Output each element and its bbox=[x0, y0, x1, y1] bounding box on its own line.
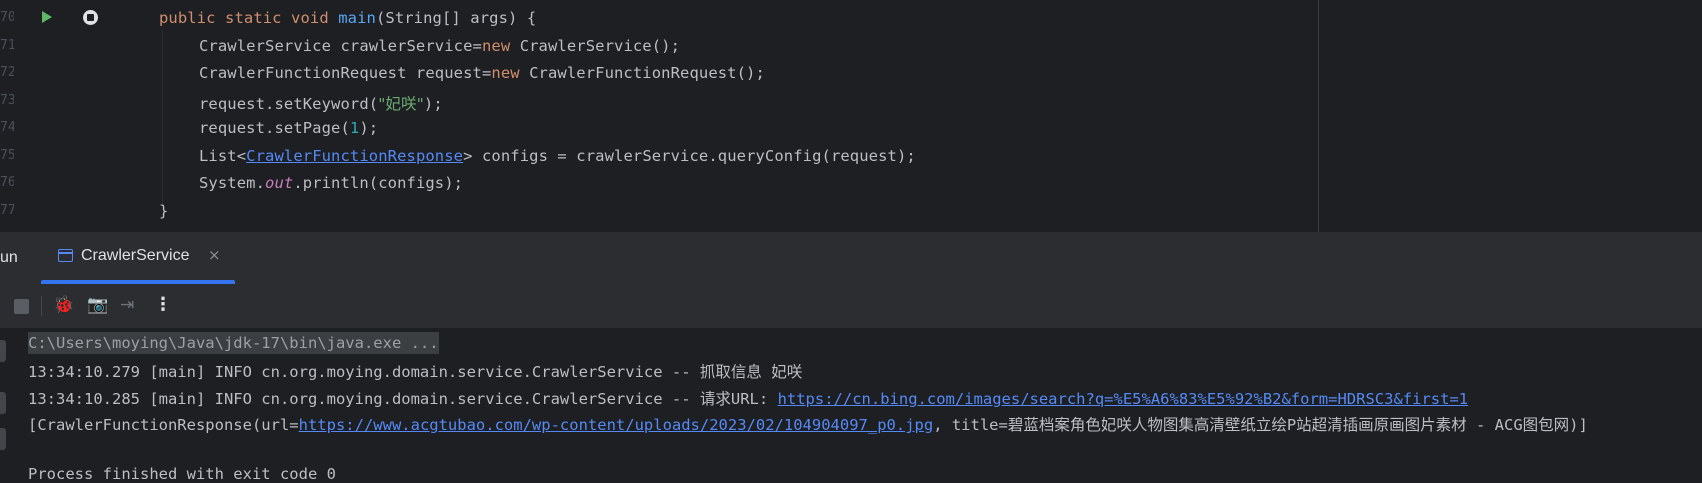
run-panel-title: un bbox=[0, 249, 18, 266]
line-number: 76 bbox=[0, 175, 14, 190]
code-line-73[interactable]: request.setKeyword("妃咲"); bbox=[199, 92, 443, 114]
console-output[interactable]: C:\Users\moying\Java\jdk-17\bin\java.exe… bbox=[0, 328, 1702, 483]
more-options-icon[interactable]: ⋮ bbox=[154, 294, 172, 315]
code-line-75[interactable]: List<CrawlerFunctionResponse> configs = … bbox=[199, 147, 916, 165]
code-text: > configs = crawlerService.queryConfig(r… bbox=[463, 147, 916, 165]
line-number: 72 bbox=[0, 65, 14, 80]
line-number: 73 bbox=[0, 93, 14, 108]
line-number: 71 bbox=[0, 38, 14, 53]
run-panel-header: un CrawlerService × bbox=[0, 232, 1702, 284]
keyword: public static void bbox=[159, 9, 339, 27]
exit-icon[interactable]: ⇥ bbox=[120, 295, 134, 315]
static-field: out bbox=[265, 174, 294, 192]
line-number: 70 bbox=[0, 10, 14, 25]
side-strip-marker bbox=[0, 392, 6, 414]
code-line-74[interactable]: request.setPage(1); bbox=[199, 119, 378, 137]
code-text: ); bbox=[359, 119, 379, 137]
line-number: 77 bbox=[0, 203, 14, 218]
run-tool-window: un CrawlerService × 🐞 📷 ⇥ ⋮ C:\Users\moy… bbox=[0, 232, 1702, 483]
code-line-76[interactable]: System.out.println(configs); bbox=[199, 174, 463, 192]
code-text: System. bbox=[199, 174, 266, 192]
code-editor[interactable]: 70 71 72 73 74 75 76 77 public static vo… bbox=[0, 0, 1702, 232]
log-text: , title=碧蓝档案角色妃咲人物图集高清壁纸立绘P站超清插画原画图片素材 -… bbox=[933, 416, 1588, 434]
keyword: new bbox=[481, 37, 511, 55]
code-text: List< bbox=[199, 147, 247, 165]
code-text: CrawlerFunctionRequest(); bbox=[519, 64, 765, 82]
code-text: .println(configs); bbox=[293, 174, 464, 192]
toolbar-divider bbox=[41, 296, 42, 316]
debug-bug-icon[interactable]: 🐞 bbox=[53, 295, 74, 315]
side-strip-marker bbox=[0, 428, 6, 450]
code-line-71[interactable]: CrawlerService crawlerService=new Crawle… bbox=[199, 37, 680, 55]
code-text: ); bbox=[423, 95, 443, 113]
console-log-line: 13:34:10.279 [main] INFO cn.org.moying.d… bbox=[28, 363, 803, 381]
string-literal: "妃咲" bbox=[378, 95, 424, 113]
side-strip-marker bbox=[0, 340, 6, 362]
stop-button[interactable] bbox=[14, 299, 29, 314]
java-command[interactable]: C:\Users\moying\Java\jdk-17\bin\java.exe… bbox=[28, 332, 439, 354]
indent-guide bbox=[162, 30, 163, 206]
console-command-line[interactable]: C:\Users\moying\Java\jdk-17\bin\java.exe… bbox=[28, 332, 439, 354]
code-text: CrawlerService(); bbox=[510, 37, 681, 55]
editor-gutter: 70 71 72 73 74 75 76 77 bbox=[0, 0, 120, 232]
line-number: 74 bbox=[0, 120, 14, 135]
console-result-line: [CrawlerFunctionResponse(url=https://www… bbox=[28, 413, 1588, 435]
console-log-line: 13:34:10.285 [main] INFO cn.org.moying.d… bbox=[28, 387, 1468, 409]
log-text: [CrawlerFunctionResponse(url= bbox=[28, 416, 299, 434]
run-toolbar: 🐞 📷 ⇥ ⋮ bbox=[0, 284, 1702, 328]
code-text: (String[] args) { bbox=[375, 9, 537, 27]
code-text: CrawlerService crawlerService= bbox=[199, 37, 482, 55]
code-line-77[interactable]: } bbox=[159, 202, 168, 220]
camera-icon[interactable]: 📷 bbox=[87, 295, 108, 315]
method-name: main bbox=[338, 9, 376, 27]
close-icon[interactable]: × bbox=[208, 246, 221, 264]
number-literal: 1 bbox=[349, 119, 360, 137]
keyword: new bbox=[491, 64, 520, 82]
run-gutter-icon[interactable] bbox=[42, 11, 52, 23]
type-reference-link[interactable]: CrawlerFunctionResponse bbox=[246, 147, 463, 165]
code-text: } bbox=[159, 202, 169, 220]
right-margin-guide bbox=[1318, 0, 1319, 232]
line-number: 75 bbox=[0, 148, 14, 163]
breakpoint-stop-icon[interactable] bbox=[83, 10, 98, 25]
code-text: CrawlerFunctionRequest request= bbox=[199, 64, 492, 82]
code-text: request.setPage( bbox=[199, 119, 350, 137]
log-text: 13:34:10.285 [main] INFO cn.org.moying.d… bbox=[28, 390, 778, 408]
code-line-70[interactable]: public static void main(String[] args) { bbox=[159, 9, 536, 27]
console-window-icon bbox=[58, 249, 73, 262]
code-line-72[interactable]: CrawlerFunctionRequest request=new Crawl… bbox=[199, 64, 765, 82]
tab-crawler-service[interactable]: CrawlerService × bbox=[41, 232, 235, 284]
console-url-link[interactable]: https://www.acgtubao.com/wp-content/uplo… bbox=[299, 416, 934, 434]
tab-label: CrawlerService bbox=[81, 247, 190, 264]
console-exit-line: Process finished with exit code 0 bbox=[28, 465, 336, 483]
code-text: request.setKeyword( bbox=[199, 95, 379, 113]
console-url-link[interactable]: https://cn.bing.com/images/search?q=%E5%… bbox=[778, 390, 1469, 408]
